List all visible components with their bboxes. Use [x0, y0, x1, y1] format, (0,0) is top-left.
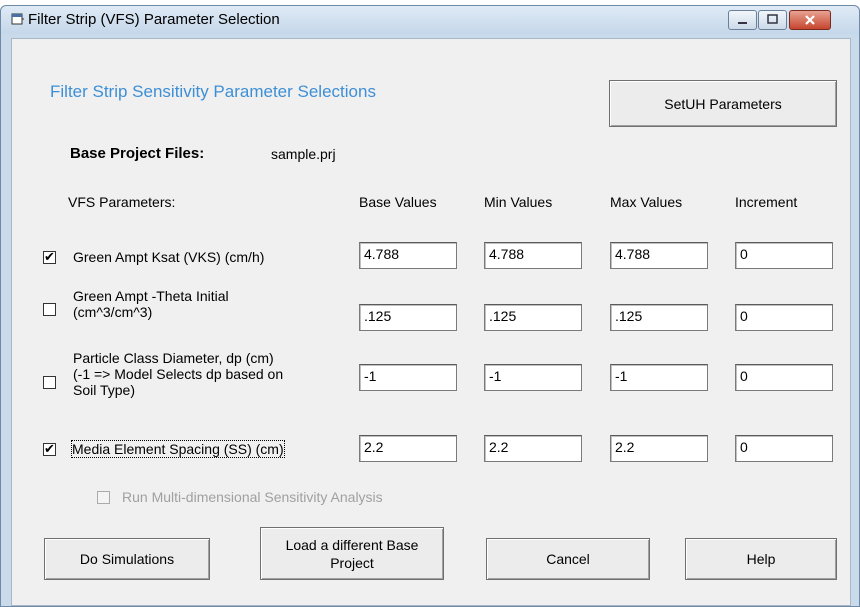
row-2-label-line-2: (cm^3/cm^3)	[73, 304, 153, 320]
minimize-icon	[738, 22, 747, 24]
row-1-min-input[interactable]: 4.788	[484, 242, 582, 269]
row-4-base-input[interactable]: 2.2	[359, 435, 457, 462]
row-3-label-line-1: Particle Class Diameter, dp (cm)	[73, 350, 274, 366]
row-2-checkbox[interactable]: ✔	[43, 303, 56, 316]
row-3-label: Particle Class Diameter, dp (cm) (-1 => …	[73, 350, 283, 398]
close-icon	[805, 15, 815, 25]
title-bar[interactable]: Filter Strip (VFS) Parameter Selection	[1, 6, 859, 34]
row-2-label-line-1: Green Ampt -Theta Initial	[73, 288, 229, 304]
load-base-project-button[interactable]: Load a different Base Project	[260, 527, 444, 580]
multi-dimensional-label: Run Multi-dimensional Sensitivity Analys…	[122, 489, 383, 505]
window-title: Filter Strip (VFS) Parameter Selection	[28, 11, 280, 28]
help-button[interactable]: Help	[685, 538, 837, 580]
checkmark-icon: ✔	[44, 441, 55, 456]
close-window-button[interactable]	[789, 10, 831, 30]
row-2-max-input[interactable]: .125	[610, 304, 708, 331]
row-1-checkbox[interactable]: ✔	[43, 249, 56, 264]
minimize-button[interactable]	[728, 10, 757, 30]
dialog-body: Filter Strip Sensitivity Parameter Selec…	[11, 38, 851, 606]
do-simulations-button[interactable]: Do Simulations	[44, 538, 210, 580]
row-4-label: Media Element Spacing (SS) (cm)	[71, 440, 285, 458]
row-4-min-input[interactable]: 2.2	[484, 435, 582, 462]
col-header-min: Min Values	[484, 194, 553, 210]
row-1-base-input[interactable]: 4.788	[359, 242, 457, 269]
row-1-label-line-1: Green Ampt Ksat (VKS) (cm/h)	[73, 249, 265, 265]
row-2-base-input[interactable]: .125	[359, 304, 457, 331]
base-project-label: Base Project Files:	[70, 145, 205, 162]
row-4-label-line-1: Media Element Spacing (SS) (cm)	[72, 441, 284, 457]
row-2-increment-input[interactable]: 0	[735, 304, 833, 331]
col-header-params: VFS Parameters:	[68, 194, 176, 210]
col-header-max: Max Values	[610, 194, 683, 210]
row-3-label-line-2: (-1 => Model Selects dp based on	[73, 366, 284, 382]
dialog-window: Filter Strip (VFS) Parameter Selection F…	[0, 5, 860, 607]
cancel-button[interactable]: Cancel	[486, 538, 650, 580]
col-header-base: Base Values	[359, 194, 437, 210]
dialog-heading: Filter Strip Sensitivity Parameter Selec…	[50, 82, 376, 101]
row-2-label: Green Ampt -Theta Initial (cm^3/cm^3)	[73, 288, 229, 320]
row-4-increment-input[interactable]: 0	[735, 435, 833, 462]
base-project-value: sample.prj	[271, 146, 336, 162]
multi-dimensional-checkbox[interactable]	[97, 491, 110, 504]
row-1-label: Green Ampt Ksat (VKS) (cm/h)	[73, 249, 264, 265]
row-4-checkbox[interactable]: ✔	[43, 441, 56, 456]
row-3-checkbox[interactable]: ✔	[43, 376, 56, 389]
setuh-parameters-button[interactable]: SetUH Parameters	[609, 80, 837, 127]
row-2-min-input[interactable]: .125	[484, 304, 582, 331]
row-4-max-input[interactable]: 2.2	[610, 435, 708, 462]
maximize-icon	[767, 14, 778, 24]
row-1-max-input[interactable]: 4.788	[610, 242, 708, 269]
row-3-label-line-3: Soil Type)	[73, 382, 135, 398]
checkmark-icon: ✔	[44, 249, 55, 264]
row-3-min-input[interactable]: -1	[484, 364, 582, 391]
app-icon	[11, 13, 24, 25]
row-3-max-input[interactable]: -1	[610, 364, 708, 391]
row-3-base-input[interactable]: -1	[359, 364, 457, 391]
maximize-button[interactable]	[758, 10, 787, 30]
row-1-increment-input[interactable]: 0	[735, 242, 833, 269]
row-3-increment-input[interactable]: 0	[735, 364, 833, 391]
col-header-increment: Increment	[735, 194, 798, 210]
